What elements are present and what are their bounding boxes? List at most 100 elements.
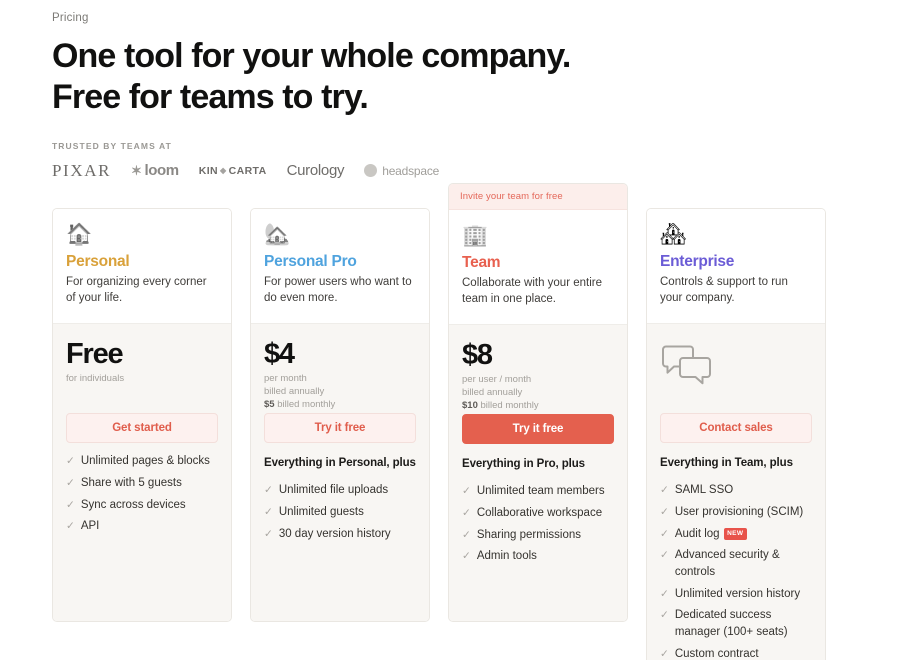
price-block-team: $8 per user / month billed annually $10 … (462, 339, 614, 414)
feature-label: SAML SSO (674, 484, 734, 497)
office-building-icon: 🏢 (462, 224, 489, 247)
feature-label: Unlimited pages & blocks (80, 455, 210, 468)
list-item: ✓ Collaborative workspace (462, 502, 614, 524)
list-item: ✓ SAML SSO (660, 480, 812, 502)
feature-label: Unlimited version history (674, 587, 801, 600)
pricing-card-enterprise[interactable]: 🏘 Enterprise Controls & support to run y… (646, 208, 826, 660)
check-icon: ✓ (462, 550, 471, 563)
feature-label: Unlimited team members (476, 485, 605, 498)
plan-description-enterprise: Controls & support to run your company. (660, 276, 788, 305)
feature-label: Dedicated success manager (100+ seats) (674, 609, 788, 638)
feature-list-heading-pro: Everything in Personal, plus (264, 456, 416, 469)
check-icon: ✓ (660, 527, 669, 540)
plan-description-personal-pro: For power users who want to do even more… (264, 276, 412, 305)
feature-label: Advanced security & controls (674, 549, 780, 578)
price-subtext-personal-pro: per month billed annually $5 billed mont… (264, 373, 416, 411)
plan-name-enterprise: Enterprise (660, 253, 735, 270)
kin-carta-separator-icon: ◆ (220, 166, 227, 176)
pricing-card-team[interactable]: Invite your team for free 🏢 Team Collabo… (448, 183, 628, 622)
feature-label: 30 day version history (278, 527, 391, 540)
feature-label: Unlimited guests (278, 505, 364, 518)
list-item: ✓ 30 day version history (264, 523, 416, 545)
feature-label: Share with 5 guests (80, 476, 182, 489)
plan-description-team: Collaborate with your entire team in one… (462, 277, 602, 306)
card-header-personal: 🏠 Personal For organizing every corner o… (53, 209, 231, 324)
price-subtext-personal: for individuals (66, 373, 218, 386)
check-icon: ✓ (660, 647, 669, 660)
check-icon: ✓ (264, 527, 273, 540)
check-icon: ✓ (66, 476, 75, 489)
feature-list-personal: ✓ Unlimited pages & blocks ✓ Share with … (66, 451, 218, 538)
card-body-personal-pro: $4 per month billed annually $5 billed m… (251, 323, 429, 621)
customer-logo-row: PIXAR ✶ loom KIN ◆ CARTA Curology headsp… (52, 160, 848, 182)
check-icon: ✓ (66, 520, 75, 533)
card-body-team: $8 per user / month billed annually $10 … (449, 324, 627, 621)
price-subtext-team: per user / month billed annually $10 bil… (462, 374, 614, 412)
curology-logo: Curology (286, 162, 345, 180)
card-body-personal: Free for individuals Get started ✓ Unlim… (53, 323, 231, 621)
check-icon: ✓ (462, 485, 471, 498)
try-it-free-button-pro[interactable]: Try it free (264, 412, 416, 443)
list-item: ✓ Unlimited file uploads (264, 480, 416, 502)
feature-list-enterprise: ✓ SAML SSO ✓ User provisioning (SCIM) ✓ … (660, 480, 812, 660)
loom-star-icon: ✶ (131, 163, 142, 179)
house-with-garden-icon: 🏡 (264, 223, 291, 246)
card-header-enterprise: 🏘 Enterprise Controls & support to run y… (647, 209, 825, 324)
feature-list-heading-team: Everything in Pro, plus (462, 457, 585, 470)
list-item: ✓ Unlimited version history (660, 583, 812, 605)
check-icon: ✓ (462, 528, 471, 541)
check-icon: ✓ (660, 484, 669, 497)
pricing-card-list: 🏠 Personal For organizing every corner o… (52, 183, 848, 660)
headspace-logo-text: headspace (382, 163, 440, 178)
price-sub-line-1: per month (264, 373, 307, 385)
price-monthly-label: billed monthly (274, 398, 336, 410)
trusted-by-label: TRUSTED BY TEAMS AT (52, 140, 172, 151)
feature-label: Custom contract (674, 647, 759, 660)
pricing-card-personal-pro[interactable]: 🏡 Personal Pro For power users who want … (250, 208, 430, 622)
pricing-page: Pricing One tool for your whole company.… (0, 0, 900, 660)
headspace-dot-icon (364, 164, 378, 178)
feature-label: User provisioning (SCIM) (674, 505, 804, 518)
headspace-logo: headspace (364, 164, 439, 178)
get-started-button[interactable]: Get started (66, 412, 218, 443)
headline-line-1: One tool for your whole company. (52, 37, 571, 75)
price-sub-line-1: per user / month (462, 374, 532, 386)
list-item: ✓ Unlimited guests (264, 501, 416, 523)
kin-carta-logo-text-2: CARTA (228, 164, 267, 177)
speech-bubbles-icon (660, 345, 812, 396)
list-item: ✓ Sync across devices (66, 494, 218, 516)
plan-description-personal: For organizing every corner of your life… (66, 276, 207, 305)
feature-label: Admin tools (476, 550, 537, 563)
check-icon: ✓ (264, 505, 273, 518)
page-title: One tool for your whole company. Free fo… (52, 36, 848, 119)
pricing-card-personal[interactable]: 🏠 Personal For organizing every corner o… (52, 208, 232, 622)
check-icon: ✓ (66, 498, 75, 511)
price-block-personal: Free for individuals (66, 337, 218, 413)
card-body-enterprise: Contact sales Everything in Team, plus ✓… (647, 323, 825, 660)
contact-sales-button[interactable]: Contact sales (660, 412, 812, 443)
price-sub-line-2: billed annually (264, 385, 325, 397)
list-item: ✓ API (66, 516, 218, 538)
feature-label: Sync across devices (80, 498, 186, 511)
feature-list-heading-enterprise: Everything in Team, plus (660, 456, 793, 469)
loom-logo: ✶ loom (131, 162, 179, 179)
check-icon: ✓ (462, 506, 471, 519)
list-item: ✓ Sharing permissions (462, 524, 614, 546)
plan-name-team: Team (462, 254, 501, 271)
feature-list-team: ✓ Unlimited team members ✓ Collaborative… (462, 481, 614, 568)
try-it-free-button-team[interactable]: Try it free (462, 413, 614, 444)
loom-logo-text: loom (144, 162, 180, 180)
feature-label: Unlimited file uploads (278, 484, 389, 497)
list-item: ✓ Advanced security & controls (660, 545, 812, 583)
check-icon: ✓ (66, 455, 75, 468)
check-icon: ✓ (660, 609, 669, 622)
feature-list-personal-pro: ✓ Unlimited file uploads ✓ Unlimited gue… (264, 480, 416, 545)
feature-label: API (80, 520, 100, 533)
price-block-enterprise (660, 339, 812, 413)
price-personal: Free (66, 337, 124, 370)
card-header-team: 🏢 Team Collaborate with your entire team… (449, 210, 627, 325)
price-personal-pro: $4 (264, 337, 295, 370)
list-item: ✓ User provisioning (SCIM) (660, 501, 812, 523)
house-icon: 🏠 (66, 223, 93, 246)
card-header-personal-pro: 🏡 Personal Pro For power users who want … (251, 209, 429, 324)
